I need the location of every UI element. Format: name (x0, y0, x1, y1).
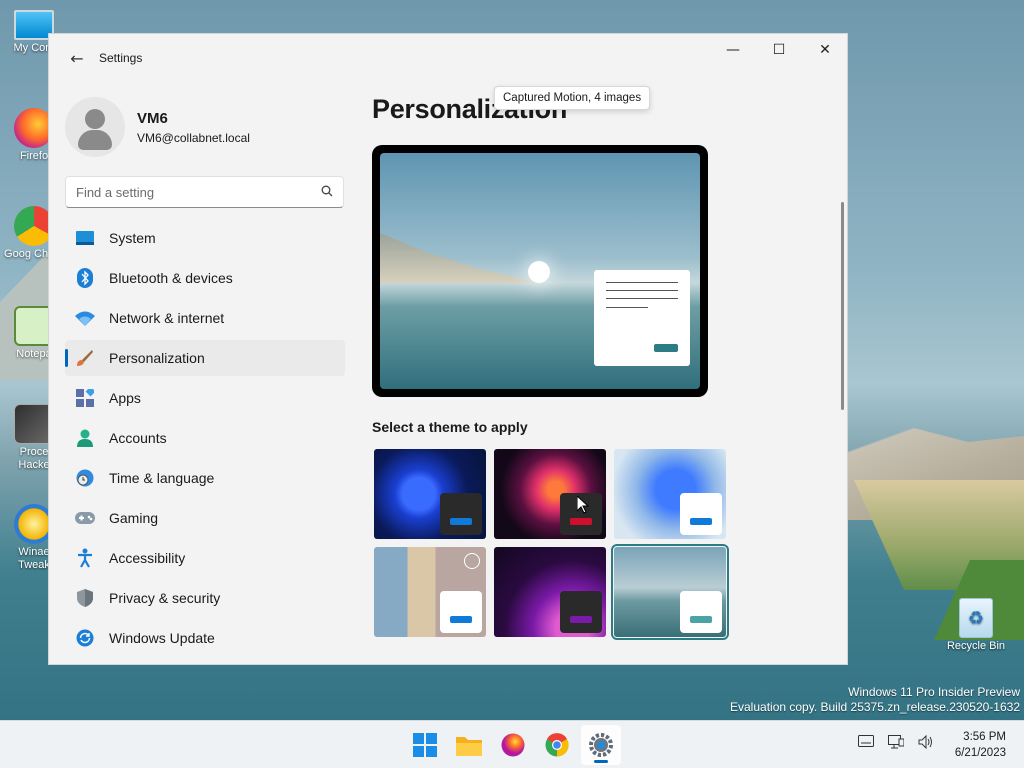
gamepad-icon (75, 508, 95, 528)
sidebar-item-label: Windows Update (109, 630, 215, 646)
accessibility-icon (75, 548, 95, 568)
sidebar-item-label: Bluetooth & devices (109, 270, 233, 286)
main-content: Personalization Select a theme to apply (372, 82, 847, 664)
back-button[interactable]: ← (57, 42, 97, 74)
sidebar-item-network[interactable]: Network & internet (65, 300, 345, 336)
wifi-icon (75, 308, 95, 328)
settings-window: ← Settings — ☐ ✕ VM6 VM6@collabnet.local (48, 33, 848, 665)
system-icon (75, 228, 95, 248)
desktop-icon-recycle-bin[interactable]: ♻ Recycle Bin (940, 598, 1012, 653)
sidebar: VM6 VM6@collabnet.local System Bluetooth… (49, 82, 359, 664)
system-tray (858, 734, 948, 753)
start-icon (413, 733, 437, 757)
taskbar: 3:56 PM 6/21/2023 (0, 720, 1024, 768)
themes-section-label: Select a theme to apply (372, 419, 528, 435)
keyboard-icon[interactable] (858, 735, 874, 753)
sidebar-item-windows-update[interactable]: Windows Update (65, 620, 345, 656)
sidebar-item-system[interactable]: System (65, 220, 345, 256)
taskbar-settings[interactable] (581, 725, 621, 765)
watermark-line: Evaluation copy. Build 25375.zn_release.… (730, 700, 1020, 714)
preview-wallpaper (380, 153, 700, 389)
search-box[interactable] (65, 176, 344, 208)
sidebar-item-label: Personalization (109, 350, 205, 366)
sidebar-item-label: Privacy & security (109, 590, 221, 606)
firefox-icon (501, 733, 525, 757)
sidebar-item-label: Time & language (109, 470, 215, 486)
file-explorer-icon (456, 737, 482, 756)
theme-tile-flow[interactable] (374, 547, 486, 637)
sidebar-item-time-language[interactable]: Time & language (65, 460, 345, 496)
search-input[interactable] (76, 184, 321, 200)
evaluation-watermark: Windows 11 Pro Insider Preview Evaluatio… (730, 685, 1020, 715)
volume-icon[interactable] (918, 734, 934, 753)
scrollbar[interactable] (841, 202, 844, 410)
theme-tile-windows-dark[interactable] (614, 449, 726, 539)
sidebar-item-label: System (109, 230, 156, 246)
theme-tile-captured-motion[interactable] (494, 449, 606, 539)
avatar (65, 97, 125, 157)
start-button[interactable] (405, 725, 445, 765)
desktop-icon-label: Recycle Bin (946, 640, 1006, 652)
recycle-bin-icon: ♻ (959, 598, 993, 638)
theme-tooltip: Captured Motion, 4 images (494, 86, 651, 110)
globe-clock-icon (75, 468, 95, 488)
sidebar-item-label: Network & internet (109, 310, 225, 326)
sidebar-item-personalization[interactable]: Personalization (65, 340, 345, 376)
theme-tile-glow[interactable] (494, 547, 606, 637)
apps-icon (75, 388, 95, 408)
nav-list: System Bluetooth & devices Network & int… (65, 220, 359, 656)
sidebar-item-gaming[interactable]: Gaming (65, 500, 345, 536)
back-arrow-icon: ← (70, 48, 84, 68)
update-icon (75, 628, 95, 648)
title-bar[interactable]: ← Settings — ☐ ✕ (49, 34, 847, 82)
minimize-button[interactable]: — (710, 34, 756, 66)
sidebar-item-accounts[interactable]: Accounts (65, 420, 345, 456)
maximize-icon: ☐ (772, 42, 786, 58)
window-title: Settings (99, 51, 143, 65)
sidebar-item-accessibility[interactable]: Accessibility (65, 540, 345, 576)
sidebar-item-bluetooth[interactable]: Bluetooth & devices (65, 260, 345, 296)
bluetooth-icon (75, 268, 95, 288)
sidebar-item-label: Accessibility (109, 550, 186, 566)
maximize-button[interactable]: ☐ (756, 34, 802, 66)
shield-icon (75, 588, 95, 608)
clock-time: 3:56 PM (963, 731, 1006, 743)
sidebar-item-privacy[interactable]: Privacy & security (65, 580, 345, 616)
theme-tile-windows-light[interactable] (374, 449, 486, 539)
sidebar-item-apps[interactable]: Apps (65, 380, 345, 416)
sidebar-item-label: Accounts (109, 430, 167, 446)
preview-window-sample (594, 270, 690, 366)
watermark-line: Windows 11 Pro Insider Preview (848, 685, 1020, 699)
brush-icon (75, 348, 95, 368)
search-icon (321, 185, 333, 200)
clock-date: 6/21/2023 (954, 747, 1006, 759)
taskbar-firefox[interactable] (493, 725, 533, 765)
slideshow-icon (464, 553, 480, 569)
accounts-icon (75, 428, 95, 448)
sidebar-item-label: Gaming (109, 510, 159, 526)
minimize-icon: — (726, 42, 740, 58)
user-profile[interactable]: VM6 VM6@collabnet.local (65, 82, 359, 172)
profile-email: VM6@collabnet.local (137, 130, 250, 145)
sidebar-item-label: Apps (109, 390, 141, 406)
taskbar-file-explorer[interactable] (449, 725, 489, 765)
network-icon[interactable] (888, 735, 905, 753)
theme-grid: Captured Motion, 4 images (374, 86, 847, 640)
settings-icon (589, 733, 613, 757)
close-button[interactable]: ✕ (802, 34, 847, 66)
taskbar-chrome[interactable] (537, 725, 577, 765)
taskbar-clock[interactable]: 3:56 PM 6/21/2023 (955, 729, 1006, 761)
chrome-icon (545, 733, 569, 757)
mouse-cursor-icon (577, 496, 589, 514)
profile-name: VM6 (137, 109, 168, 127)
theme-tile-sunrise-selected[interactable] (611, 544, 729, 640)
close-icon: ✕ (819, 42, 831, 58)
theme-preview (372, 145, 708, 397)
